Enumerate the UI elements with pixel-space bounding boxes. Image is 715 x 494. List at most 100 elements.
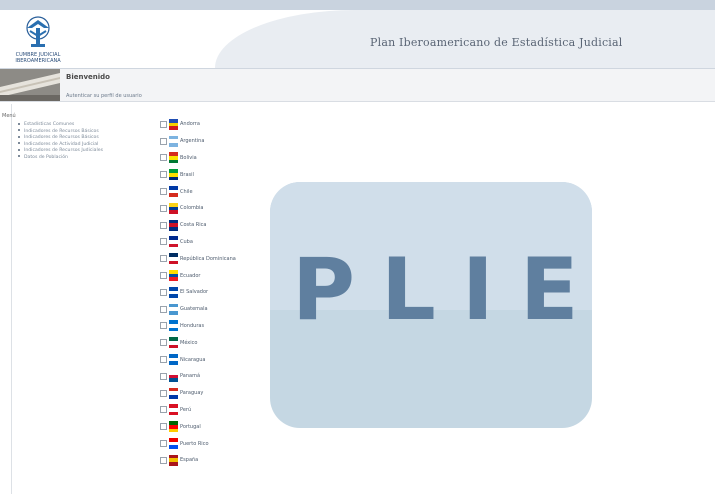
country-checkbox[interactable] bbox=[160, 171, 167, 179]
country-checkbox[interactable] bbox=[160, 137, 167, 145]
country-item[interactable]: México bbox=[160, 334, 236, 351]
country-item[interactable]: Colombia bbox=[160, 200, 236, 217]
country-item[interactable]: Portugal bbox=[160, 418, 236, 435]
country-item[interactable]: Guatemala bbox=[160, 301, 236, 318]
country-checkbox[interactable] bbox=[160, 440, 167, 448]
country-item[interactable]: Bolivia bbox=[160, 150, 236, 167]
bullet-icon bbox=[18, 122, 20, 125]
country-name[interactable]: Colombia bbox=[180, 205, 204, 211]
country-checkbox[interactable] bbox=[160, 204, 167, 212]
pliej-watermark: PLIEJ bbox=[270, 182, 592, 428]
country-flag-icon bbox=[169, 404, 178, 416]
country-checkbox[interactable] bbox=[160, 406, 167, 414]
country-item[interactable]: Paraguay bbox=[160, 385, 236, 402]
country-item[interactable]: República Dominicana bbox=[160, 250, 236, 267]
country-name[interactable]: Brasil bbox=[180, 172, 194, 178]
menu-title: Menú bbox=[2, 113, 16, 119]
country-checkbox[interactable] bbox=[160, 339, 167, 347]
country-flag-icon bbox=[169, 236, 178, 248]
country-flag-icon bbox=[169, 387, 178, 399]
country-flag-icon bbox=[169, 320, 178, 332]
country-name[interactable]: Costa Rica bbox=[180, 222, 206, 228]
country-flag-icon bbox=[169, 370, 178, 382]
country-list: Andorra Argentina Bolivia Brasil Chile Colomb… bbox=[160, 116, 236, 469]
country-flag-icon bbox=[169, 118, 178, 130]
country-name[interactable]: Paraguay bbox=[180, 390, 203, 396]
country-checkbox[interactable] bbox=[160, 188, 167, 196]
country-checkbox[interactable] bbox=[160, 238, 167, 246]
country-name[interactable]: República Dominicana bbox=[180, 256, 236, 262]
site-title: Plan Iberoamericano de Estadística Judic… bbox=[370, 36, 623, 49]
country-item[interactable]: Argentina bbox=[160, 133, 236, 150]
country-name[interactable]: Bolivia bbox=[180, 155, 197, 161]
country-flag-icon bbox=[169, 186, 178, 198]
country-name[interactable]: El Salvador bbox=[180, 289, 208, 295]
country-name[interactable]: Honduras bbox=[180, 323, 204, 329]
country-checkbox[interactable] bbox=[160, 389, 167, 397]
country-checkbox[interactable] bbox=[160, 154, 167, 162]
country-item[interactable]: Costa Rica bbox=[160, 217, 236, 234]
country-item[interactable]: Perú bbox=[160, 402, 236, 419]
country-checkbox[interactable] bbox=[160, 255, 167, 263]
country-flag-icon bbox=[169, 152, 178, 164]
country-item[interactable]: Chile bbox=[160, 183, 236, 200]
country-checkbox[interactable] bbox=[160, 120, 167, 128]
country-name[interactable]: Panamá bbox=[180, 373, 200, 379]
country-name[interactable]: España bbox=[180, 457, 198, 463]
country-checkbox[interactable] bbox=[160, 272, 167, 280]
country-item[interactable]: Nicaragua bbox=[160, 351, 236, 368]
country-item[interactable]: Ecuador bbox=[160, 267, 236, 284]
country-flag-icon bbox=[169, 354, 178, 366]
country-name[interactable]: Argentina bbox=[180, 138, 204, 144]
country-flag-icon bbox=[169, 169, 178, 181]
country-item[interactable]: Brasil bbox=[160, 166, 236, 183]
country-name[interactable]: Guatemala bbox=[180, 306, 208, 312]
country-name[interactable]: México bbox=[180, 340, 197, 346]
country-flag-icon bbox=[169, 438, 178, 450]
country-flag-icon bbox=[169, 421, 178, 433]
country-checkbox[interactable] bbox=[160, 221, 167, 229]
country-checkbox[interactable] bbox=[160, 456, 167, 464]
watermark-text: PLIEJ bbox=[292, 240, 592, 340]
country-checkbox[interactable] bbox=[160, 322, 167, 330]
logo-caption: CUMBRE JUDICIAL IBEROAMERICANA bbox=[15, 52, 61, 64]
country-name[interactable]: Andorra bbox=[180, 121, 200, 127]
country-item[interactable]: Panamá bbox=[160, 368, 236, 385]
country-name[interactable]: Nicaragua bbox=[180, 357, 205, 363]
country-item[interactable]: Andorra bbox=[160, 116, 236, 133]
country-item[interactable]: España bbox=[160, 452, 236, 469]
country-item[interactable]: El Salvador bbox=[160, 284, 236, 301]
country-flag-icon bbox=[169, 270, 178, 282]
login-link[interactable]: Autenticar su perfil de usuario bbox=[66, 93, 142, 99]
country-flag-icon bbox=[169, 253, 178, 265]
country-item[interactable]: Cuba bbox=[160, 234, 236, 251]
country-name[interactable]: Chile bbox=[180, 189, 193, 195]
country-item[interactable]: Honduras bbox=[160, 318, 236, 335]
country-name[interactable]: Ecuador bbox=[180, 273, 200, 279]
country-checkbox[interactable] bbox=[160, 288, 167, 296]
menu-item-datos-poblacion[interactable]: Datos de Población bbox=[18, 155, 103, 162]
country-name[interactable]: Portugal bbox=[180, 424, 201, 430]
banner-photo-icon bbox=[0, 69, 60, 101]
country-checkbox[interactable] bbox=[160, 305, 167, 313]
bullet-icon bbox=[18, 142, 20, 144]
country-flag-icon bbox=[169, 286, 178, 298]
left-divider bbox=[11, 104, 12, 494]
top-strip bbox=[0, 0, 715, 10]
country-flag-icon bbox=[169, 454, 178, 466]
country-checkbox[interactable] bbox=[160, 356, 167, 364]
country-flag-icon bbox=[169, 219, 178, 231]
country-name[interactable]: Cuba bbox=[180, 239, 193, 245]
country-flag-icon bbox=[169, 337, 178, 349]
country-flag-icon bbox=[169, 135, 178, 147]
bullet-icon bbox=[18, 135, 20, 138]
side-menu: Estadísticas Comunes Indicadores de Recu… bbox=[18, 122, 103, 161]
welcome-heading: Bienvenido bbox=[66, 73, 110, 81]
country-name[interactable]: Perú bbox=[180, 407, 191, 413]
bullet-icon bbox=[18, 155, 20, 157]
country-checkbox[interactable] bbox=[160, 372, 167, 380]
country-name[interactable]: Puerto Rico bbox=[180, 441, 209, 447]
bullet-icon bbox=[18, 148, 20, 151]
country-checkbox[interactable] bbox=[160, 423, 167, 431]
country-item[interactable]: Puerto Rico bbox=[160, 435, 236, 452]
